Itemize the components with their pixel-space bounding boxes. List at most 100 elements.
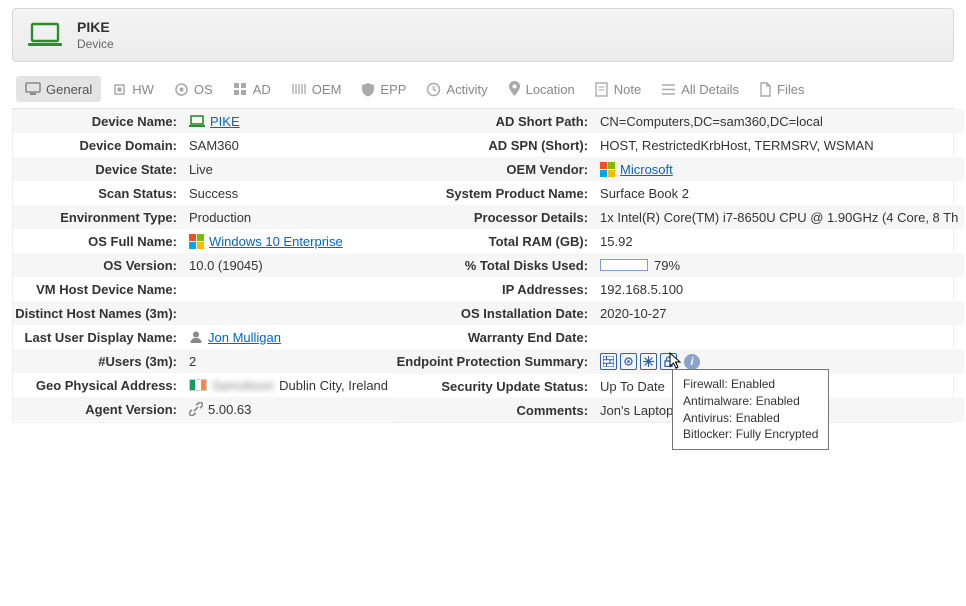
ireland-flag-icon bbox=[189, 379, 207, 391]
label-ad-short-path: AD Short Path: bbox=[394, 110, 594, 133]
tab-epp[interactable]: EPP bbox=[352, 76, 415, 102]
os-full-name-link[interactable]: Windows 10 Enterprise bbox=[209, 234, 343, 249]
tab-note[interactable]: Note bbox=[586, 76, 650, 102]
value-users-3m: 2 bbox=[183, 350, 394, 373]
row-os-full-name: OS Full Name: Windows 10 Enterprise bbox=[13, 229, 394, 253]
tooltip-line-firewall: Firewall: Enabled bbox=[683, 376, 818, 393]
row-env-type: Environment Type: Production bbox=[13, 205, 394, 229]
last-user-link[interactable]: Jon Mulligan bbox=[208, 330, 281, 345]
value-os-version: 10.0 (19045) bbox=[183, 254, 394, 277]
tab-label: OEM bbox=[312, 82, 342, 97]
value-ad-short-path: CN=Computers,DC=sam360,DC=local bbox=[594, 110, 964, 133]
row-ip-addresses: IP Addresses: 192.168.5.100 bbox=[394, 277, 964, 301]
person-icon bbox=[189, 330, 203, 344]
label-geo-address: Geo Physical Address: bbox=[13, 374, 183, 397]
row-ad-short-path: AD Short Path: CN=Computers,DC=sam360,DC… bbox=[394, 109, 964, 133]
grid-icon bbox=[233, 82, 248, 97]
row-device-name: Device Name: PIKE bbox=[13, 109, 394, 133]
tab-activity[interactable]: Activity bbox=[417, 76, 496, 102]
barcode-icon bbox=[291, 82, 307, 96]
antimalware-icon[interactable] bbox=[620, 353, 637, 370]
tab-label: All Details bbox=[681, 82, 739, 97]
file-icon bbox=[759, 82, 772, 97]
tab-label: Activity bbox=[446, 82, 487, 97]
tab-os[interactable]: OS bbox=[165, 76, 222, 102]
label-ip-addresses: IP Addresses: bbox=[394, 278, 594, 301]
tab-ad[interactable]: AD bbox=[224, 76, 280, 102]
disk-usage-progress: 79% bbox=[600, 258, 680, 273]
value-vm-host bbox=[183, 285, 394, 293]
row-sys-product: System Product Name: Surface Book 2 bbox=[394, 181, 964, 205]
value-sys-product: Surface Book 2 bbox=[594, 182, 964, 205]
chip-icon bbox=[112, 82, 127, 97]
tab-hw[interactable]: HW bbox=[103, 76, 163, 102]
label-device-name: Device Name: bbox=[13, 110, 183, 133]
value-warranty-end bbox=[594, 333, 964, 341]
page-header: PIKE Device bbox=[12, 8, 954, 62]
pin-icon bbox=[508, 81, 521, 97]
label-agent-version: Agent Version: bbox=[13, 398, 183, 421]
row-distinct-host: Distinct Host Names (3m): bbox=[13, 301, 394, 325]
label-comments: Comments: bbox=[394, 399, 594, 422]
label-processor: Processor Details: bbox=[394, 206, 594, 229]
row-processor: Processor Details: 1x Intel(R) Core(TM) … bbox=[394, 205, 964, 229]
value-device-state: Live bbox=[183, 158, 394, 181]
label-device-domain: Device Domain: bbox=[13, 134, 183, 157]
tab-oem[interactable]: OEM bbox=[282, 76, 351, 102]
microsoft-logo-icon bbox=[600, 162, 615, 177]
detail-grid: Device Name: PIKE Device Domain: SAM360 … bbox=[12, 109, 954, 423]
value-env-type: Production bbox=[183, 206, 394, 229]
monitor-icon bbox=[25, 82, 41, 96]
value-total-ram: 15.92 bbox=[594, 230, 964, 253]
info-icon[interactable]: i bbox=[684, 354, 700, 370]
label-vm-host: VM Host Device Name: bbox=[13, 278, 183, 301]
value-agent-version: 5.00.63 bbox=[208, 402, 251, 417]
bitlocker-icon[interactable] bbox=[660, 353, 677, 370]
firewall-icon[interactable] bbox=[600, 353, 617, 370]
label-disks-used: % Total Disks Used: bbox=[394, 254, 594, 277]
tab-label: AD bbox=[253, 82, 271, 97]
page-subtitle: Device bbox=[77, 37, 114, 51]
row-agent-version: Agent Version: 5.00.63 bbox=[13, 397, 394, 421]
label-users-3m: #Users (3m): bbox=[13, 350, 183, 373]
page-title: PIKE bbox=[77, 19, 114, 35]
value-processor: 1x Intel(R) Core(TM) i7-8650U CPU @ 1.90… bbox=[594, 206, 964, 229]
value-os-install-date: 2020-10-27 bbox=[594, 302, 964, 325]
tab-general[interactable]: General bbox=[16, 76, 101, 102]
epp-icons: i bbox=[600, 353, 700, 370]
tab-files[interactable]: Files bbox=[750, 76, 813, 102]
row-users-3m: #Users (3m): 2 bbox=[13, 349, 394, 373]
row-oem-vendor: OEM Vendor: Microsoft bbox=[394, 157, 964, 181]
row-device-domain: Device Domain: SAM360 bbox=[13, 133, 394, 157]
row-ad-spn: AD SPN (Short): HOST, RestrictedKrbHost,… bbox=[394, 133, 964, 157]
row-scan-status: Scan Status: Success bbox=[13, 181, 394, 205]
laptop-small-icon bbox=[189, 115, 205, 127]
label-os-install-date: OS Installation Date: bbox=[394, 302, 594, 325]
row-disks-used: % Total Disks Used: 79% bbox=[394, 253, 964, 277]
label-os-full-name: OS Full Name: bbox=[13, 230, 183, 253]
oem-vendor-link[interactable]: Microsoft bbox=[620, 162, 673, 177]
laptop-icon bbox=[27, 22, 63, 48]
value-distinct-host bbox=[183, 309, 394, 317]
row-os-install-date: OS Installation Date: 2020-10-27 bbox=[394, 301, 964, 325]
label-warranty-end: Warranty End Date: bbox=[394, 326, 594, 349]
tab-label: HW bbox=[132, 82, 154, 97]
tab-label: Files bbox=[777, 82, 804, 97]
tab-location[interactable]: Location bbox=[499, 76, 584, 102]
label-device-state: Device State: bbox=[13, 158, 183, 181]
note-icon bbox=[595, 82, 609, 97]
row-os-version: OS Version: 10.0 (19045) bbox=[13, 253, 394, 277]
tab-all-details[interactable]: All Details bbox=[652, 76, 748, 102]
value-scan-status: Success bbox=[183, 182, 394, 205]
row-last-user: Last User Display Name: Jon Mulligan bbox=[13, 325, 394, 349]
row-device-state: Device State: Live bbox=[13, 157, 394, 181]
list-icon bbox=[661, 83, 676, 96]
label-distinct-host: Distinct Host Names (3m): bbox=[13, 302, 183, 325]
epp-tooltip: Firewall: Enabled Antimalware: Enabled A… bbox=[672, 369, 829, 450]
tabbar: General HW OS AD OEM EPP Activity Locati… bbox=[12, 70, 954, 109]
tab-label: Location bbox=[526, 82, 575, 97]
device-name-link[interactable]: PIKE bbox=[210, 114, 240, 129]
antivirus-icon[interactable] bbox=[640, 353, 657, 370]
tab-label: General bbox=[46, 82, 92, 97]
label-scan-status: Scan Status: bbox=[13, 182, 183, 205]
